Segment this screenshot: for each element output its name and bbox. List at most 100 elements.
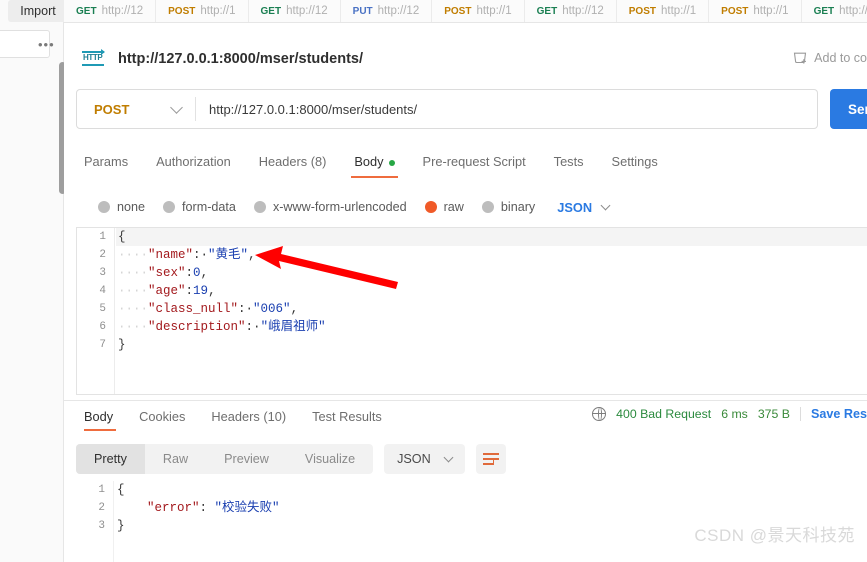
- request-tab-url: http://12: [377, 5, 420, 17]
- code-token: "峨眉祖师": [260, 320, 326, 334]
- unsaved-dot-icon: [388, 159, 395, 166]
- globe-icon: [592, 407, 607, 421]
- code-token: 0: [193, 266, 201, 280]
- body-type-raw[interactable]: raw: [424, 200, 464, 214]
- code-token: ····: [118, 320, 149, 334]
- tab-authorization[interactable]: Authorization: [142, 147, 245, 177]
- tab-params[interactable]: Params: [76, 147, 142, 177]
- response-format-dropdown[interactable]: JSON: [384, 444, 465, 474]
- add-to-collection-label: Add to co: [814, 51, 867, 65]
- request-code-line: ····"name":·"黄毛",: [118, 246, 867, 264]
- request-editor-code[interactable]: { ····"name":·"黄毛", ····"sex":0, ···· "age":…: [116, 228, 867, 394]
- request-code-line: ····"class_null":·"006",: [118, 300, 867, 318]
- request-tab-method: GET: [536, 5, 558, 17]
- request-tab-url: http://1: [200, 5, 236, 17]
- response-view-pretty[interactable]: Pretty: [76, 444, 145, 474]
- code-token: :: [199, 501, 215, 515]
- tab-tests[interactable]: Tests: [540, 147, 598, 177]
- response-tab-test-results[interactable]: Test Results: [299, 403, 395, 431]
- tab-label: Authorization: [156, 154, 231, 169]
- send-button[interactable]: Send: [830, 89, 867, 129]
- radio-icon: [98, 201, 110, 213]
- response-tab-body[interactable]: Body: [76, 403, 126, 431]
- tab-pre-request-script[interactable]: Pre-request Script: [409, 147, 540, 177]
- code-token: ,: [200, 266, 209, 280]
- request-tab[interactable]: POST http://1: [616, 0, 710, 22]
- request-tab[interactable]: GET http://12: [64, 0, 157, 22]
- request-tab[interactable]: PUT http://12: [340, 0, 433, 22]
- response-line-number: 3: [98, 520, 105, 532]
- code-token: ,: [248, 248, 256, 262]
- response-view-controls: Pretty Raw Preview Visualize JSON: [76, 443, 506, 475]
- code-token: }: [118, 338, 126, 352]
- request-tab-url: http://1: [660, 5, 697, 17]
- code-token: {: [118, 230, 126, 244]
- request-line-number: 2: [99, 249, 106, 261]
- response-view-visualize[interactable]: Visualize: [287, 444, 373, 474]
- divider: [799, 407, 801, 421]
- response-tab-cookies[interactable]: Cookies: [126, 403, 198, 431]
- request-tab[interactable]: GET http://12: [248, 0, 341, 22]
- code-token: :·: [193, 248, 209, 262]
- watermark: CSDN @景天科技苑: [694, 526, 855, 545]
- response-view-preview[interactable]: Preview: [206, 444, 287, 474]
- tab-label: Body: [354, 154, 384, 169]
- save-response-button[interactable]: Save Res: [811, 407, 867, 421]
- wrap-lines-button[interactable]: [475, 444, 506, 474]
- import-button[interactable]: Import: [8, 0, 68, 22]
- request-line-number: 1: [99, 231, 106, 243]
- request-tab-method: GET: [76, 5, 97, 17]
- tab-settings[interactable]: Settings: [598, 147, 672, 177]
- url-bar-row: POST Send: [76, 89, 867, 129]
- code-token: "006": [253, 302, 291, 316]
- request-tab-method: PUT: [352, 5, 373, 17]
- url-input[interactable]: [196, 100, 817, 118]
- request-tab-url: http://12: [839, 5, 867, 17]
- tab-headers-8[interactable]: Headers (8): [245, 147, 341, 177]
- body-type-x-www-form-urlencoded[interactable]: x-www-form-urlencoded: [253, 200, 407, 214]
- body-type-none[interactable]: none: [98, 200, 145, 214]
- request-tab[interactable]: GET http://12: [524, 0, 617, 22]
- body-type-form-data[interactable]: form-data: [163, 200, 236, 214]
- response-view-raw[interactable]: Raw: [145, 444, 206, 474]
- request-body-editor[interactable]: 1234567 {····"name":·"黄毛", ····"sex":0, ··…: [76, 227, 867, 395]
- request-tab[interactable]: GET http://12: [801, 0, 867, 22]
- body-format-dropdown[interactable]: JSON: [557, 200, 611, 215]
- http-method-dropdown[interactable]: POST: [77, 90, 195, 128]
- tab-label: Params: [84, 154, 129, 169]
- request-code-line: ····"sex":0,: [118, 264, 867, 282]
- request-tab-method: POST: [444, 5, 472, 17]
- tab-label: Settings: [611, 154, 658, 169]
- add-to-collection-button[interactable]: Add to co: [793, 51, 867, 65]
- request-line-number: 3: [99, 267, 106, 279]
- request-tab[interactable]: POST http://1: [432, 0, 525, 22]
- request-line-number: 7: [99, 339, 106, 351]
- request-line-number: 5: [99, 303, 106, 315]
- code-token: "校验失败": [214, 501, 280, 515]
- response-tab-headers-10[interactable]: Headers (10): [198, 403, 299, 431]
- postman-window: Import ••• GET http://12 POST http://1 GET ht…: [0, 0, 867, 562]
- code-token: "黄毛": [208, 248, 249, 262]
- request-line-number: 6: [99, 321, 106, 333]
- response-view-segmented: Pretty Raw Preview Visualize: [76, 444, 374, 474]
- request-tab[interactable]: POST http://1: [156, 0, 249, 22]
- request-title-row: HTTP http://127.0.0.1:8000/mser/students…: [64, 39, 867, 79]
- body-type-label: x-www-form-urlencoded: [272, 200, 407, 214]
- chevron-down-icon: [600, 200, 611, 210]
- request-tab[interactable]: POST http://1: [709, 0, 802, 22]
- tab-body[interactable]: Body: [340, 147, 408, 178]
- code-token: ····: [118, 248, 149, 262]
- left-sidebar: Import •••: [0, 0, 68, 562]
- status-badge: 400 Bad Request: [616, 407, 712, 421]
- code-token: 19: [193, 284, 209, 298]
- radio-icon: [424, 201, 437, 213]
- divider: [64, 400, 867, 401]
- body-type-binary[interactable]: binary: [481, 200, 535, 214]
- code-token: "class_null": [148, 302, 239, 316]
- request-tab-method: POST: [721, 5, 749, 17]
- response-editor-line-numbers: 1 2 3: [76, 481, 114, 562]
- request-code-line: {: [118, 228, 867, 246]
- code-token: "age": [148, 284, 186, 298]
- sidebar-more-options-icon[interactable]: •••: [38, 38, 60, 54]
